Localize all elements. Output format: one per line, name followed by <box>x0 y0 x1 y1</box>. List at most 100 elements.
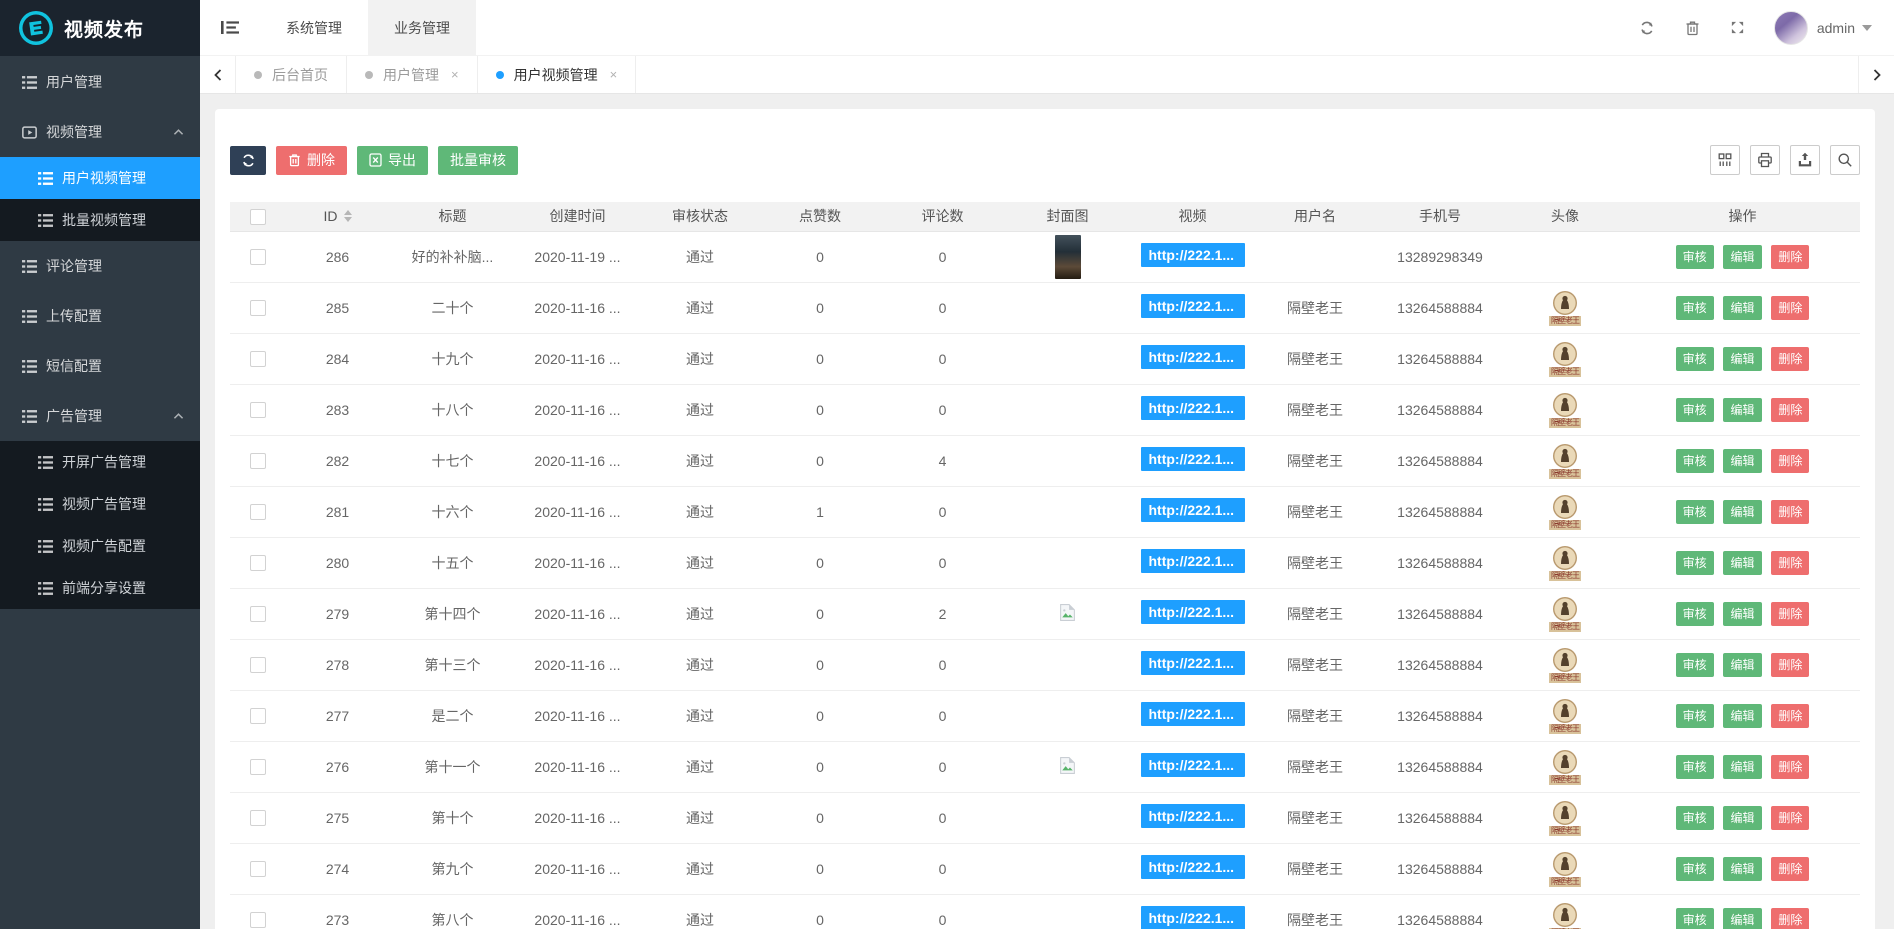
row-checkbox[interactable] <box>250 555 266 571</box>
user-avatar[interactable]: 隔壁老王 <box>1549 442 1581 479</box>
sidebar-item[interactable]: 短信配置 <box>0 341 200 391</box>
sidebar-item[interactable]: 用户视频管理 <box>0 157 200 199</box>
row-checkbox[interactable] <box>250 453 266 469</box>
search-button[interactable] <box>1830 145 1860 175</box>
edit-button[interactable]: 编辑 <box>1723 347 1761 371</box>
tab-home[interactable]: 后台首页 <box>236 56 347 93</box>
delete-row-button[interactable]: 删除 <box>1771 806 1809 830</box>
collapse-sidebar-icon[interactable] <box>200 0 260 55</box>
tab-user-management[interactable]: 用户管理 × <box>347 56 478 93</box>
edit-button[interactable]: 编辑 <box>1723 653 1761 677</box>
review-button[interactable]: 审核 <box>1676 449 1714 473</box>
columns-filter-button[interactable] <box>1710 145 1740 175</box>
edit-button[interactable]: 编辑 <box>1723 296 1761 320</box>
sidebar-item[interactable]: 广告管理 <box>0 391 200 441</box>
delete-row-button[interactable]: 删除 <box>1771 704 1809 728</box>
video-link[interactable]: http://222.1... <box>1141 804 1245 828</box>
edit-button[interactable]: 编辑 <box>1723 500 1761 524</box>
export-button[interactable]: 导出 <box>357 146 428 175</box>
nav-menu-business[interactable]: 业务管理 <box>368 0 476 55</box>
review-button[interactable]: 审核 <box>1676 398 1714 422</box>
review-button[interactable]: 审核 <box>1676 602 1714 626</box>
delete-button[interactable]: 删除 <box>276 146 347 175</box>
edit-button[interactable]: 编辑 <box>1723 908 1761 929</box>
user-avatar[interactable]: 隔壁老王 <box>1549 748 1581 785</box>
user-avatar[interactable]: 隔壁老王 <box>1549 340 1581 377</box>
row-checkbox[interactable] <box>250 402 266 418</box>
delete-row-button[interactable]: 删除 <box>1771 500 1809 524</box>
tab-user-video-management[interactable]: 用户视频管理 × <box>478 56 637 93</box>
sidebar-item[interactable]: 开屏广告管理 <box>0 441 200 483</box>
review-button[interactable]: 审核 <box>1676 755 1714 779</box>
user-avatar[interactable]: 隔壁老王 <box>1549 595 1581 632</box>
video-link[interactable]: http://222.1... <box>1141 396 1245 420</box>
user-avatar[interactable]: 隔壁老王 <box>1549 901 1581 929</box>
delete-row-button[interactable]: 删除 <box>1771 755 1809 779</box>
review-button[interactable]: 审核 <box>1676 857 1714 881</box>
edit-button[interactable]: 编辑 <box>1723 806 1761 830</box>
user-avatar[interactable]: 隔壁老王 <box>1549 850 1581 887</box>
row-checkbox[interactable] <box>250 606 266 622</box>
batch-review-button[interactable]: 批量审核 <box>438 146 518 175</box>
print-button[interactable] <box>1750 145 1780 175</box>
review-button[interactable]: 审核 <box>1676 245 1714 269</box>
delete-row-button[interactable]: 删除 <box>1771 296 1809 320</box>
refresh-icon[interactable] <box>1624 0 1670 55</box>
review-button[interactable]: 审核 <box>1676 500 1714 524</box>
delete-row-button[interactable]: 删除 <box>1771 653 1809 677</box>
sidebar-item[interactable]: 评论管理 <box>0 241 200 291</box>
delete-row-button[interactable]: 删除 <box>1771 449 1809 473</box>
sort-icon[interactable] <box>344 210 352 222</box>
delete-row-button[interactable]: 删除 <box>1771 398 1809 422</box>
user-avatar[interactable]: 隔壁老王 <box>1549 697 1581 734</box>
review-button[interactable]: 审核 <box>1676 296 1714 320</box>
review-button[interactable]: 审核 <box>1676 551 1714 575</box>
user-avatar[interactable]: 隔壁老王 <box>1549 799 1581 836</box>
sidebar-item[interactable]: 视频广告配置 <box>0 525 200 567</box>
video-link[interactable]: http://222.1... <box>1141 294 1245 318</box>
delete-row-button[interactable]: 删除 <box>1771 347 1809 371</box>
row-checkbox[interactable] <box>250 504 266 520</box>
row-checkbox[interactable] <box>250 759 266 775</box>
sidebar-item[interactable]: 视频广告管理 <box>0 483 200 525</box>
row-checkbox[interactable] <box>250 351 266 367</box>
user-avatar[interactable] <box>1774 11 1808 45</box>
video-link[interactable]: http://222.1... <box>1141 651 1245 675</box>
edit-button[interactable]: 编辑 <box>1723 449 1761 473</box>
review-button[interactable]: 审核 <box>1676 347 1714 371</box>
row-checkbox[interactable] <box>250 912 266 928</box>
row-checkbox[interactable] <box>250 657 266 673</box>
sidebar-item[interactable]: 用户管理 <box>0 57 200 107</box>
edit-button[interactable]: 编辑 <box>1723 398 1761 422</box>
delete-row-button[interactable]: 删除 <box>1771 602 1809 626</box>
user-avatar[interactable]: 隔壁老王 <box>1549 289 1581 326</box>
video-link[interactable]: http://222.1... <box>1141 549 1245 573</box>
video-link[interactable]: http://222.1... <box>1141 498 1245 522</box>
delete-row-button[interactable]: 删除 <box>1771 857 1809 881</box>
user-avatar[interactable]: 隔壁老王 <box>1549 391 1581 428</box>
review-button[interactable]: 审核 <box>1676 806 1714 830</box>
edit-button[interactable]: 编辑 <box>1723 857 1761 881</box>
delete-row-button[interactable]: 删除 <box>1771 551 1809 575</box>
nav-menu-system[interactable]: 系统管理 <box>260 0 368 55</box>
sidebar-item[interactable]: 视频管理 <box>0 107 200 157</box>
delete-row-button[interactable]: 删除 <box>1771 245 1809 269</box>
review-button[interactable]: 审核 <box>1676 704 1714 728</box>
refresh-button[interactable] <box>230 146 266 175</box>
row-checkbox[interactable] <box>250 861 266 877</box>
sidebar-item[interactable]: 前端分享设置 <box>0 567 200 609</box>
sidebar-item[interactable]: 批量视频管理 <box>0 199 200 241</box>
user-avatar[interactable]: 隔壁老王 <box>1549 544 1581 581</box>
select-all-checkbox[interactable] <box>250 209 266 225</box>
edit-button[interactable]: 编辑 <box>1723 551 1761 575</box>
video-link[interactable]: http://222.1... <box>1141 753 1245 777</box>
video-link[interactable]: http://222.1... <box>1141 906 1245 929</box>
edit-button[interactable]: 编辑 <box>1723 704 1761 728</box>
row-checkbox[interactable] <box>250 300 266 316</box>
user-avatar[interactable]: 隔壁老王 <box>1549 646 1581 683</box>
edit-button[interactable]: 编辑 <box>1723 602 1761 626</box>
trash-icon[interactable] <box>1670 0 1715 55</box>
delete-row-button[interactable]: 删除 <box>1771 908 1809 929</box>
row-checkbox[interactable] <box>250 810 266 826</box>
tabs-scroll-left-icon[interactable] <box>200 56 236 93</box>
